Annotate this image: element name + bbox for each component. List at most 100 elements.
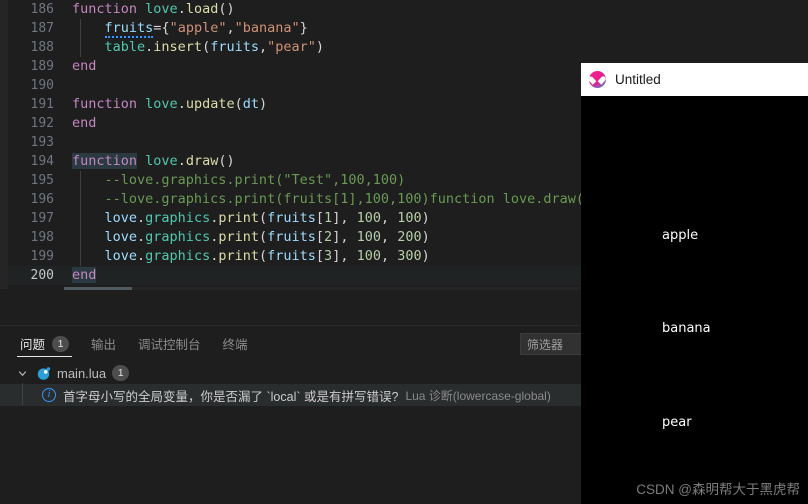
- code-token: .: [177, 96, 186, 112]
- bottom-panel: 问题 1 输出 调试控制台 终端 筛选器 main.lua 1 i 首字母小写的…: [0, 325, 582, 504]
- code-token: }: [299, 20, 308, 36]
- tab-output[interactable]: 输出: [91, 326, 116, 361]
- game-canvas[interactable]: apple banana pear: [581, 96, 808, 504]
- filter-placeholder-text: 筛选器: [527, 337, 564, 352]
- game-draw-text: pear: [662, 414, 692, 430]
- code-line[interactable]: 200 end: [8, 266, 582, 285]
- problems-file-row[interactable]: main.lua 1: [0, 362, 582, 384]
- filter-input[interactable]: 筛选器: [520, 333, 582, 355]
- code-token: fruits: [267, 210, 316, 226]
- code-token: print: [218, 210, 259, 226]
- code-line[interactable]: 190: [8, 76, 582, 95]
- code-token: function: [72, 1, 138, 17]
- code-token: (: [258, 210, 268, 226]
- panel-tab-label: 调试控制台: [138, 338, 201, 352]
- code-line[interactable]: 188 table.insert(fruits,"pear"): [8, 38, 582, 57]
- tab-problems[interactable]: 问题 1: [16, 326, 73, 361]
- code-token: (: [258, 229, 268, 245]
- code-text: function love.load(): [56, 0, 235, 19]
- code-token: love: [104, 210, 138, 226]
- code-token: love: [145, 96, 178, 112]
- tab-terminal[interactable]: 终端: [223, 326, 248, 361]
- line-number: 187: [30, 21, 54, 36]
- game-draw-text: apple: [662, 227, 699, 243]
- code-token: 100: [356, 248, 381, 264]
- code-token: (): [218, 1, 235, 17]
- code-token: ,: [226, 20, 235, 36]
- code-text: --love.graphics.print(fruits[1],100,100)…: [56, 190, 583, 209]
- code-token: function: [72, 153, 138, 169]
- panel-tab-bar[interactable]: 问题 1 输出 调试控制台 终端: [0, 326, 582, 361]
- code-line[interactable]: 197 love.graphics.print(fruits[1], 100, …: [8, 209, 582, 228]
- code-line[interactable]: 198 love.graphics.print(fruits[2], 100, …: [8, 228, 582, 247]
- code-token: graphics: [145, 248, 211, 264]
- code-token: end: [72, 267, 97, 283]
- code-token: ): [421, 248, 430, 264]
- line-number: 200: [30, 268, 54, 283]
- line-number: 192: [30, 116, 54, 131]
- lua-file-icon: [36, 366, 51, 381]
- code-line[interactable]: 189 end: [8, 57, 582, 76]
- code-token: .: [177, 1, 186, 17]
- code-token: print: [218, 248, 259, 264]
- tab-debug-console[interactable]: 调试控制台: [138, 326, 201, 361]
- screen: 186 function love.load() 187 fruits={"appl…: [0, 0, 808, 504]
- code-text: function love.update(dt): [56, 95, 267, 114]
- line-number: 194: [30, 154, 54, 169]
- problem-row[interactable]: i 首字母小写的全局变量，你是否漏了 `local` 或是有拼写错误? Lua …: [0, 384, 582, 406]
- code-token: love: [104, 229, 138, 245]
- code-text: end: [56, 114, 96, 133]
- game-titlebar[interactable]: Untitled: [581, 63, 808, 96]
- code-token: insert: [153, 39, 203, 55]
- code-token: draw: [185, 153, 219, 169]
- problems-tree[interactable]: main.lua 1 i 首字母小写的全局变量，你是否漏了 `local` 或是…: [0, 361, 582, 406]
- code-lines-container[interactable]: 186 function love.load() 187 fruits={"appl…: [8, 0, 582, 325]
- tree-indent-guide: [22, 383, 23, 405]
- love-game-window[interactable]: Untitled apple banana pear: [581, 63, 808, 504]
- code-token: graphics: [145, 210, 211, 226]
- code-token: love: [145, 1, 178, 17]
- code-text: fruits={"apple","banana"}: [56, 19, 308, 38]
- problem-source: Lua 诊断(lowercase-global): [405, 388, 551, 403]
- code-token: 100: [356, 210, 381, 226]
- code-text: love.graphics.print(fruits[1], 100, 100): [56, 209, 430, 228]
- code-token: ): [315, 39, 325, 55]
- code-line[interactable]: 196 --love.graphics.print(fruits[1],100,…: [8, 190, 582, 209]
- chevron-down-icon[interactable]: [14, 365, 30, 381]
- code-line[interactable]: 186 function love.load(): [8, 0, 582, 19]
- editor-empty-space: [0, 289, 582, 325]
- code-token: (: [202, 39, 211, 55]
- code-token: .: [137, 229, 146, 245]
- code-line[interactable]: 195 --love.graphics.print("Test",100,100…: [8, 171, 582, 190]
- line-number: 198: [30, 230, 54, 245]
- problems-file-name: main.lua: [57, 365, 107, 381]
- code-editor[interactable]: 186 function love.load() 187 fruits={"appl…: [0, 0, 582, 325]
- watermark: CSDN @森明帮大于黑虎帮: [636, 482, 800, 497]
- code-token: 100: [356, 229, 381, 245]
- code-token: graphics: [145, 229, 211, 245]
- code-line[interactable]: 193: [8, 133, 582, 152]
- game-window-title: Untitled: [615, 72, 661, 87]
- game-draw-text: banana: [662, 321, 711, 336]
- code-line[interactable]: 187 fruits={"apple","banana"}: [8, 19, 582, 38]
- problem-message: 首字母小写的全局变量，你是否漏了 `local` 或是有拼写错误?: [63, 389, 399, 404]
- panel-tab-label: 问题: [20, 338, 46, 352]
- code-line[interactable]: 192 end: [8, 114, 582, 133]
- code-token: fruits: [104, 20, 154, 38]
- problems-file-badge: 1: [112, 365, 130, 381]
- code-token: [: [315, 210, 325, 226]
- code-line[interactable]: 194 function love.draw(): [8, 152, 582, 171]
- line-number: 189: [30, 59, 54, 74]
- info-icon: i: [42, 388, 56, 402]
- code-line[interactable]: 199 love.graphics.print(fruits[3], 100, …: [8, 247, 582, 266]
- editor-horizontal-scrollbar[interactable]: [64, 287, 582, 290]
- code-line[interactable]: 191 function love.update(dt): [8, 95, 582, 114]
- line-number: 195: [30, 173, 54, 188]
